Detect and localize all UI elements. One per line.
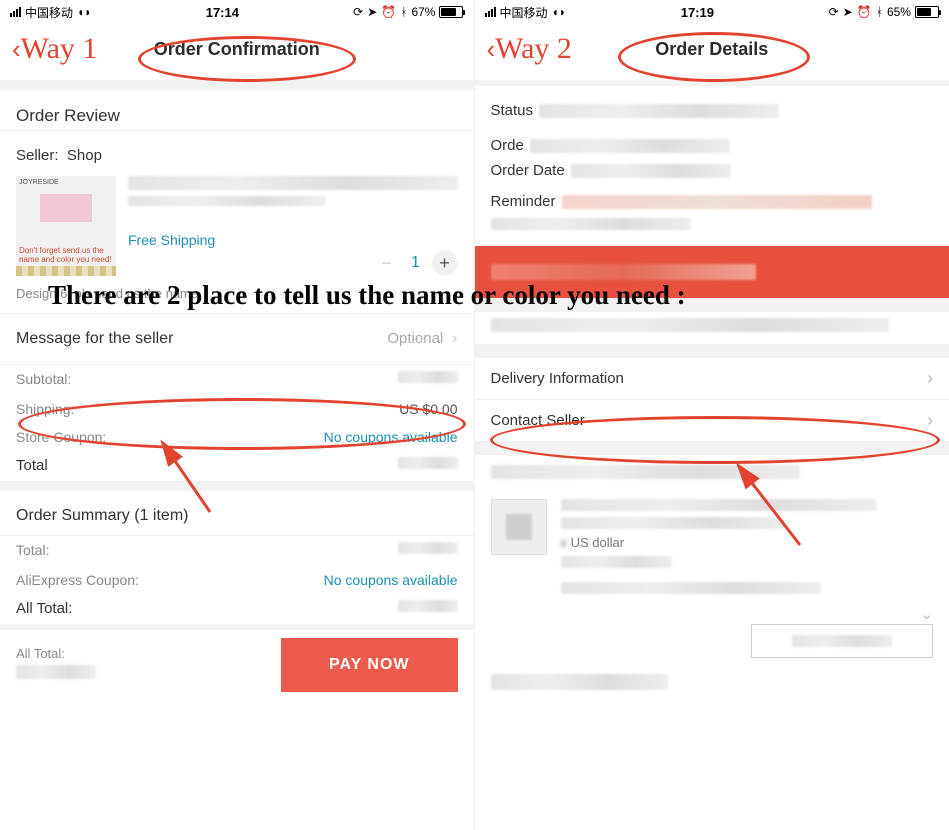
- quantity-value: 1: [406, 254, 426, 272]
- checkout-bar: All Total: PAY NOW: [0, 630, 474, 692]
- blurred-text: [530, 139, 730, 153]
- header: ‹ Way 1 Order Confirmation: [0, 22, 474, 80]
- blurred-text: [398, 542, 458, 554]
- annotation-way2: Way 2: [495, 32, 572, 66]
- seller-row: Seller: Shop: [0, 131, 474, 176]
- quantity-increase[interactable]: +: [432, 250, 458, 276]
- variant-note: Design 6, pls send us the name: [0, 284, 474, 313]
- battery-icon: [439, 6, 463, 18]
- blurred-text: [128, 176, 458, 190]
- contact-seller-row[interactable]: Contact Seller ›: [475, 400, 949, 441]
- carrier-label: 中国移动: [500, 4, 548, 21]
- blurred-text: [491, 218, 691, 230]
- order-summary-heading: Order Summary (1 item): [0, 491, 474, 535]
- alarm-icon: ⏰: [381, 5, 396, 19]
- blurred-text: [539, 104, 779, 118]
- product-card[interactable]: x US dollar ⌄: [475, 485, 949, 614]
- blurred-text: [16, 665, 96, 679]
- page-title: Order Confirmation: [154, 39, 320, 60]
- screen-order-confirmation: 中国移动 ◖◗ 17:14 ⟳ ➤ ⏰ ᚼ 67% ‹ Way 1 Order …: [0, 0, 475, 830]
- quantity-decrease[interactable]: −: [374, 250, 400, 276]
- signal-icon: [10, 7, 21, 17]
- all-total-label: All Total:: [16, 600, 72, 618]
- carrier-label: 中国移动: [25, 4, 73, 21]
- alarm-icon: ⏰: [857, 5, 872, 19]
- product-thumbnail: [491, 499, 547, 555]
- blurred-text: [128, 196, 326, 206]
- location-icon: ➤: [843, 5, 853, 19]
- bluetooth-icon: ᚼ: [876, 5, 883, 19]
- shipping-value: US $0.00: [399, 401, 457, 417]
- delivery-info-row[interactable]: Delivery Information ›: [475, 358, 949, 399]
- signal-icon: [485, 7, 496, 17]
- chevron-right-icon: ›: [448, 330, 458, 347]
- contact-seller-label: Contact Seller: [491, 412, 585, 429]
- free-shipping-link[interactable]: Free Shipping: [128, 232, 215, 248]
- battery-icon: [915, 6, 939, 18]
- screen-order-details: 中国移动 ◖◗ 17:19 ⟳ ➤ ⏰ ᚼ 65% ‹ Way 2 Order …: [475, 0, 949, 830]
- location-icon: ➤: [367, 5, 377, 19]
- message-seller-row[interactable]: Message for the seller Optional ›: [0, 314, 474, 364]
- blurred-text: [398, 371, 458, 383]
- orientation-lock-icon: ⟳: [353, 5, 363, 19]
- blurred-text: [491, 674, 668, 690]
- blurred-text: [792, 635, 892, 647]
- blurred-text: [571, 164, 731, 178]
- back-button[interactable]: ‹: [487, 39, 496, 59]
- order-meta: Status Orde Order Date Reminder: [475, 86, 949, 238]
- blurred-text: [398, 457, 458, 469]
- back-button[interactable]: ‹: [12, 39, 21, 59]
- product-row[interactable]: JOYRESIDE Don't forget send us the name …: [0, 176, 474, 284]
- action-button[interactable]: [751, 624, 933, 658]
- no-coupons-link[interactable]: No coupons available: [324, 572, 458, 588]
- blurred-text: [561, 499, 878, 511]
- blurred-text: [562, 195, 872, 209]
- clock: 17:19: [681, 5, 714, 20]
- status-bar: 中国移动 ◖◗ 17:19 ⟳ ➤ ⏰ ᚼ 65%: [475, 0, 949, 22]
- blurred-text: [491, 264, 757, 280]
- optional-hint: Optional: [387, 330, 443, 347]
- currency-label: US dollar: [571, 535, 624, 550]
- blurred-text: [561, 556, 673, 568]
- bluetooth-icon: ᚼ: [400, 5, 407, 19]
- all-total-footer-label: All Total:: [16, 646, 265, 661]
- message-seller-label: Message for the seller: [16, 330, 173, 348]
- ali-coupon-label: AliExpress Coupon:: [16, 572, 139, 588]
- battery-percent: 65%: [887, 5, 911, 19]
- blurred-text: [491, 318, 889, 332]
- reminder-label: Reminder: [491, 193, 556, 210]
- chevron-down-icon[interactable]: ⌄: [920, 605, 933, 623]
- product-thumbnail: JOYRESIDE Don't forget send us the name …: [16, 176, 116, 276]
- clock: 17:14: [206, 5, 239, 20]
- seller-label: Seller:: [16, 147, 59, 164]
- order-date-label: Order Date: [491, 162, 565, 179]
- status-label: Status: [491, 102, 534, 119]
- subtotal-label: Subtotal:: [16, 371, 71, 389]
- battery-percent: 67%: [411, 5, 435, 19]
- annotation-way1: Way 1: [21, 32, 98, 66]
- store-coupon-label: Store Coupon:: [16, 429, 106, 445]
- delivery-info-label: Delivery Information: [491, 370, 624, 387]
- page-title: Order Details: [655, 39, 768, 60]
- blurred-text: [398, 600, 458, 612]
- header: ‹ Way 2 Order Details: [475, 22, 949, 80]
- blurred-text: [561, 582, 822, 594]
- chevron-right-icon: ›: [927, 368, 933, 389]
- summary-total-label: Total:: [16, 542, 49, 560]
- blurred-text: [561, 517, 785, 529]
- shipping-label: Shipping:: [16, 401, 74, 417]
- total-label: Total: [16, 457, 48, 475]
- no-coupons-link[interactable]: No coupons available: [324, 429, 458, 445]
- orientation-lock-icon: ⟳: [829, 5, 839, 19]
- chevron-right-icon: ›: [927, 410, 933, 431]
- alert-banner[interactable]: [475, 246, 949, 298]
- pay-now-button[interactable]: PAY NOW: [281, 638, 458, 692]
- status-bar: 中国移动 ◖◗ 17:14 ⟳ ➤ ⏰ ᚼ 67%: [0, 0, 474, 22]
- order-review-heading: Order Review: [0, 90, 474, 130]
- wifi-icon: ◖◗: [77, 5, 92, 19]
- seller-name: Shop: [67, 147, 102, 164]
- wifi-icon: ◖◗: [552, 5, 567, 19]
- blurred-text: [491, 465, 801, 479]
- order-id-label: Orde: [491, 137, 524, 154]
